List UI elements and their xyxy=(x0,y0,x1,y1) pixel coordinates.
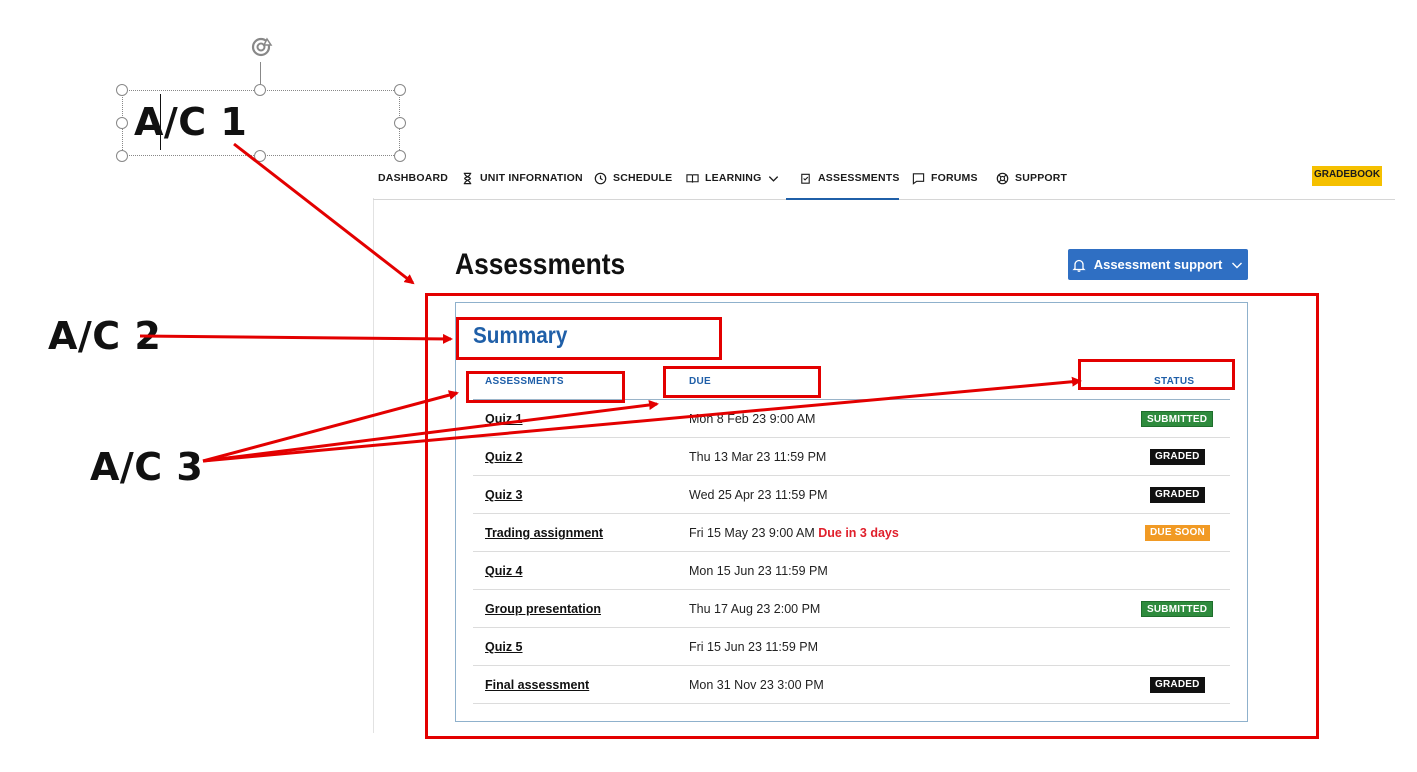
gradebook-button[interactable]: GRADEBOOK xyxy=(1312,166,1382,186)
resize-handle-top-left[interactable] xyxy=(116,84,128,96)
annotation-box-assessments-header xyxy=(466,371,625,403)
annotation-box-due-header xyxy=(663,366,821,398)
arrow-ac3-assessments xyxy=(202,390,459,463)
resize-handle-top[interactable] xyxy=(254,84,266,96)
resize-handle-right[interactable] xyxy=(394,117,406,129)
chevron-down-icon xyxy=(769,176,779,182)
annotation-label-ac1[interactable]: A/C 1 xyxy=(134,100,247,144)
chat-bubble-icon xyxy=(912,173,925,185)
annotation-box-status-header xyxy=(1078,359,1235,390)
sidebar-divider xyxy=(373,198,374,733)
page-title: Assessments xyxy=(455,248,626,281)
lifebuoy-icon xyxy=(996,172,1009,185)
top-navigation: DASHBOARD UNIT INFORNATION SCHEDULE LEAR… xyxy=(373,165,1395,200)
arrow-ac2 xyxy=(139,333,453,344)
nav-item-dashboard[interactable]: DASHBOARD xyxy=(378,172,448,200)
nav-label: ASSESSMENTS xyxy=(818,172,900,184)
text-caret xyxy=(160,94,161,150)
nav-item-forums[interactable]: FORUMS xyxy=(912,172,978,200)
clock-icon xyxy=(594,172,607,185)
resize-handle-bottom[interactable] xyxy=(254,150,266,162)
nav-label: SCHEDULE xyxy=(613,172,673,184)
resize-handle-top-right[interactable] xyxy=(394,84,406,96)
nav-label: SUPPORT xyxy=(1015,172,1068,184)
nav-label: DASHBOARD xyxy=(378,172,449,184)
rotate-handle-icon[interactable] xyxy=(249,35,273,59)
nav-item-learning[interactable]: LEARNING xyxy=(686,172,780,200)
annotation-box-summary-title xyxy=(456,317,722,360)
resize-handle-bottom-left[interactable] xyxy=(116,150,128,162)
annotation-label-ac3[interactable]: A/C 3 xyxy=(90,445,203,489)
chevron-down-icon xyxy=(1232,262,1243,268)
support-button-label: Assessment support xyxy=(1093,257,1223,272)
resize-handle-bottom-right[interactable] xyxy=(394,150,406,162)
nav-item-schedule[interactable]: SCHEDULE xyxy=(594,172,672,200)
nav-item-support[interactable]: SUPPORT xyxy=(996,172,1067,200)
hourglass-icon xyxy=(463,172,472,185)
resize-handle-left[interactable] xyxy=(116,117,128,129)
nav-item-unit-information[interactable]: UNIT INFORNATION xyxy=(461,172,583,200)
annotation-label-ac2[interactable]: A/C 2 xyxy=(48,314,161,358)
bell-icon xyxy=(1072,259,1086,272)
book-icon xyxy=(686,174,699,183)
assessments-icon xyxy=(801,173,810,184)
assessment-support-button[interactable]: Assessment support xyxy=(1068,249,1248,280)
nav-label: FORUMS xyxy=(931,172,978,184)
nav-label: UNIT INFORNATION xyxy=(480,172,583,184)
nav-item-assessments[interactable]: ASSESSMENTS xyxy=(786,172,899,200)
nav-label: LEARNING xyxy=(705,172,762,184)
